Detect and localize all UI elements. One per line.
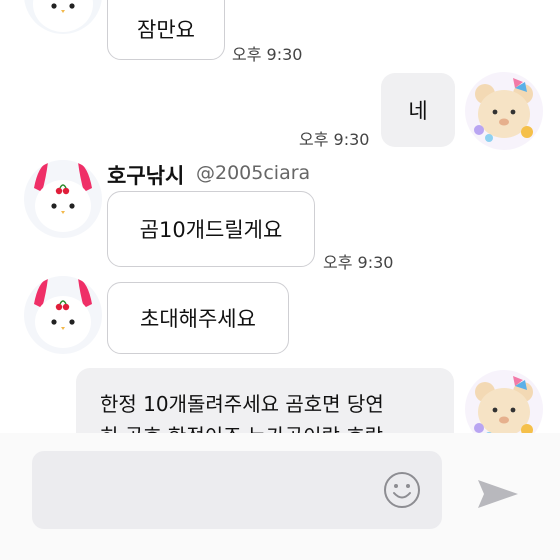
message-text: 초대해주세요 (140, 307, 256, 331)
message-text: 잠만요 (137, 18, 195, 42)
sender-avatar[interactable] (24, 0, 102, 34)
incoming-message-bubble[interactable]: 초대해주세요 (107, 282, 289, 354)
outgoing-message-bubble[interactable]: 네 (381, 73, 455, 147)
sender-avatar[interactable] (24, 160, 102, 238)
message-time: 오후 9:30 (299, 130, 370, 149)
sender-avatar[interactable] (24, 276, 102, 354)
incoming-message-bubble[interactable]: 잠만요 (107, 0, 225, 60)
message-input[interactable] (32, 451, 442, 529)
message-text: 곰10개드릴게요 (139, 218, 283, 242)
sender-name[interactable]: 호구낚시 (107, 160, 184, 190)
send-arrow-icon[interactable] (476, 476, 520, 512)
message-text: 네 (408, 99, 428, 123)
message-text-line: 한정 10개돌려주세요 곰호면 당연 (100, 392, 384, 416)
smiley-icon[interactable] (382, 470, 422, 510)
message-time: 오후 9:30 (232, 45, 303, 64)
sender-handle: @2005ciara (196, 162, 311, 184)
incoming-message-bubble[interactable]: 곰10개드릴게요 (107, 191, 315, 267)
message-time: 오후 9:30 (323, 253, 394, 272)
my-avatar[interactable] (465, 72, 543, 150)
